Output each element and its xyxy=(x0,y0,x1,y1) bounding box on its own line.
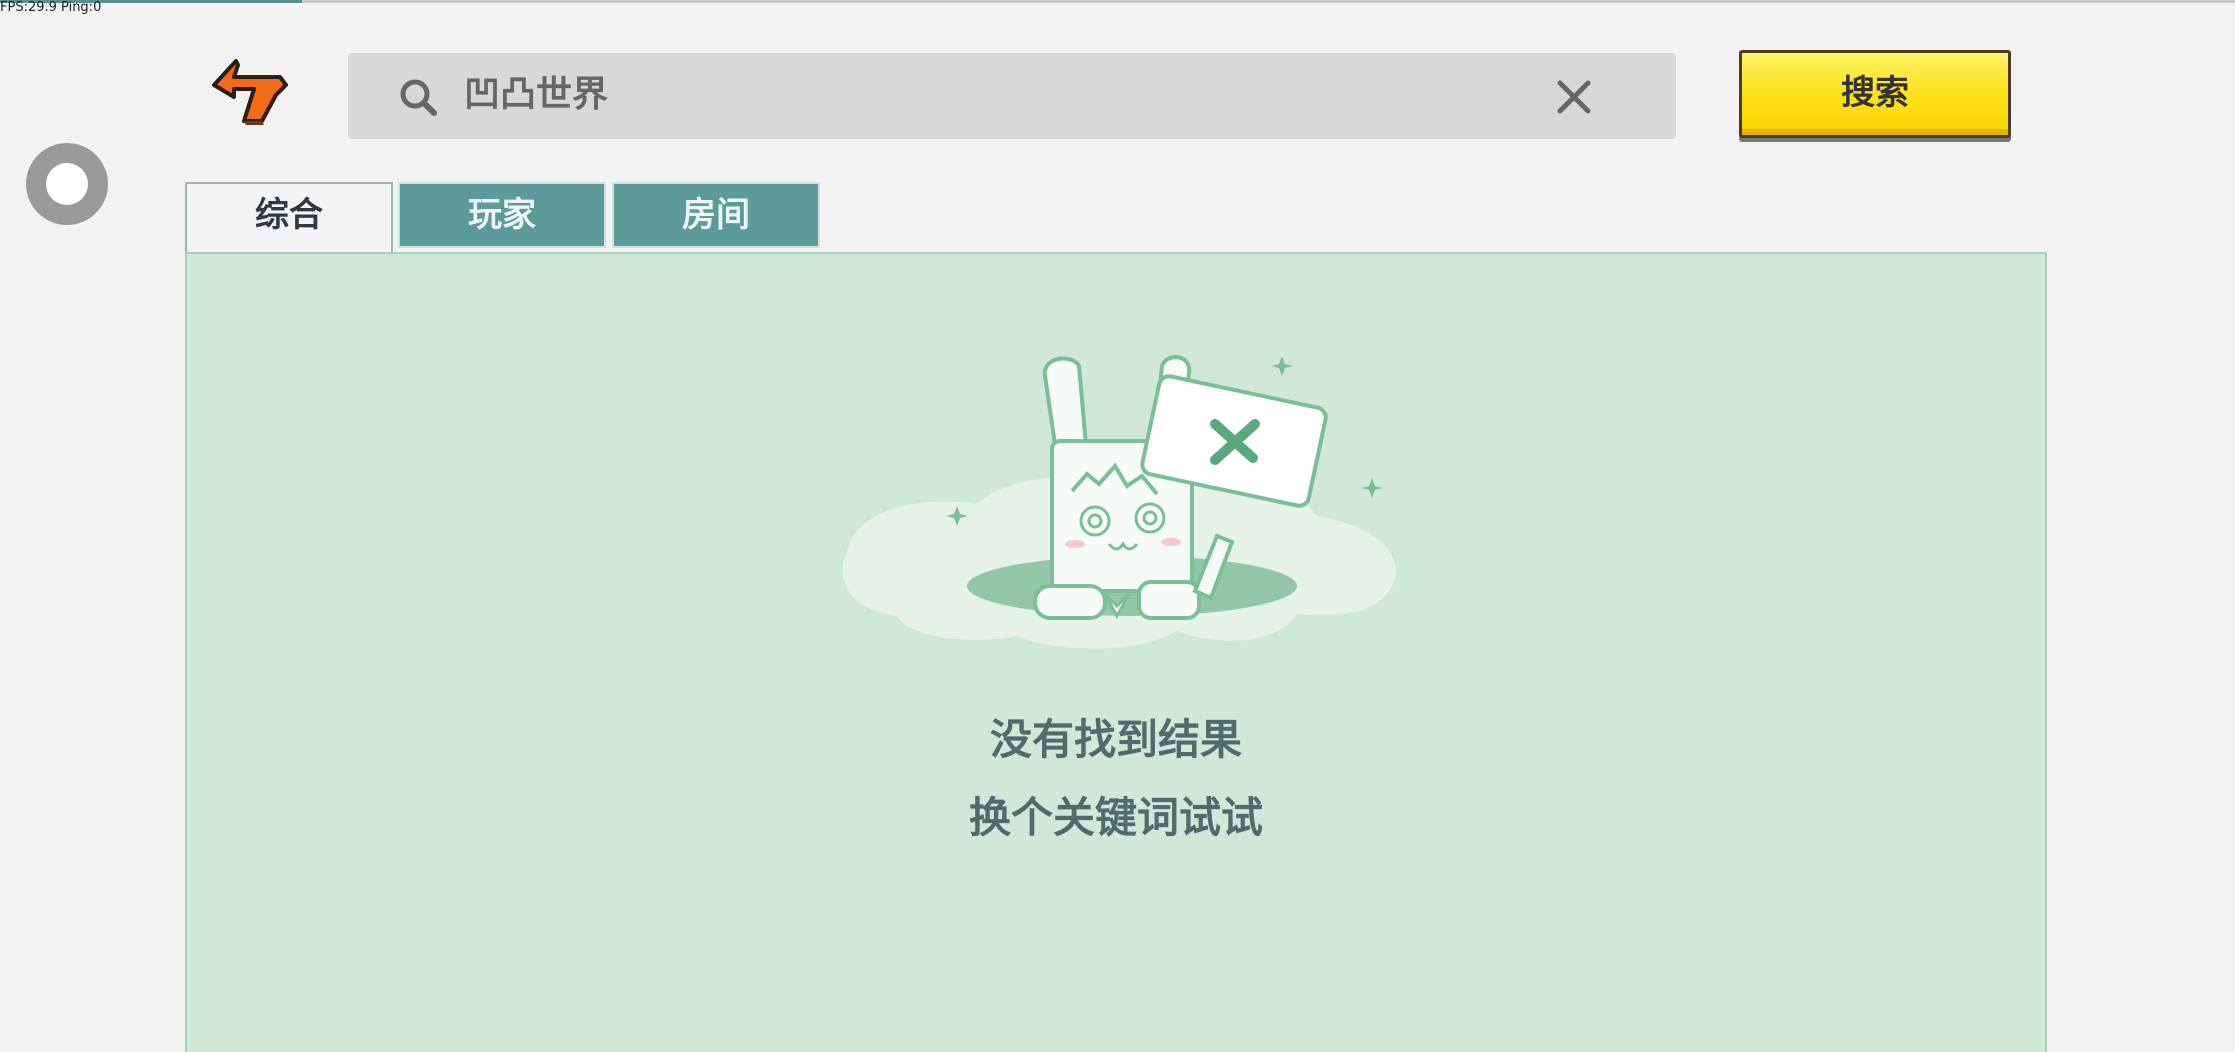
search-button-label: 搜索 xyxy=(1841,73,1909,113)
empty-state-title: 没有找到结果 xyxy=(989,715,1242,764)
tab-rooms[interactable]: 房间 xyxy=(612,182,820,248)
search-button[interactable]: 搜索 xyxy=(1739,50,2011,138)
fps-readout: FPS:29.9 Ping:0 xyxy=(0,0,102,15)
back-button[interactable] xyxy=(210,55,290,127)
search-input[interactable]: 凹凸世界 xyxy=(348,53,1676,139)
results-panel: 没有找到结果 换个关键词试试 xyxy=(185,252,2047,1052)
empty-result-illustration xyxy=(842,355,1396,649)
back-arrow-icon xyxy=(212,59,288,125)
search-query-text[interactable]: 凹凸世界 xyxy=(464,69,608,121)
empty-state-subtitle: 换个关键词试试 xyxy=(968,793,1263,842)
search-icon xyxy=(400,79,437,116)
circle-icon xyxy=(46,163,88,205)
top-line xyxy=(0,0,2235,3)
tab-general[interactable]: 综合 xyxy=(185,182,393,254)
tab-players[interactable]: 玩家 xyxy=(398,182,606,248)
close-icon[interactable] xyxy=(1554,77,1594,117)
floating-circle-button[interactable] xyxy=(26,143,108,225)
